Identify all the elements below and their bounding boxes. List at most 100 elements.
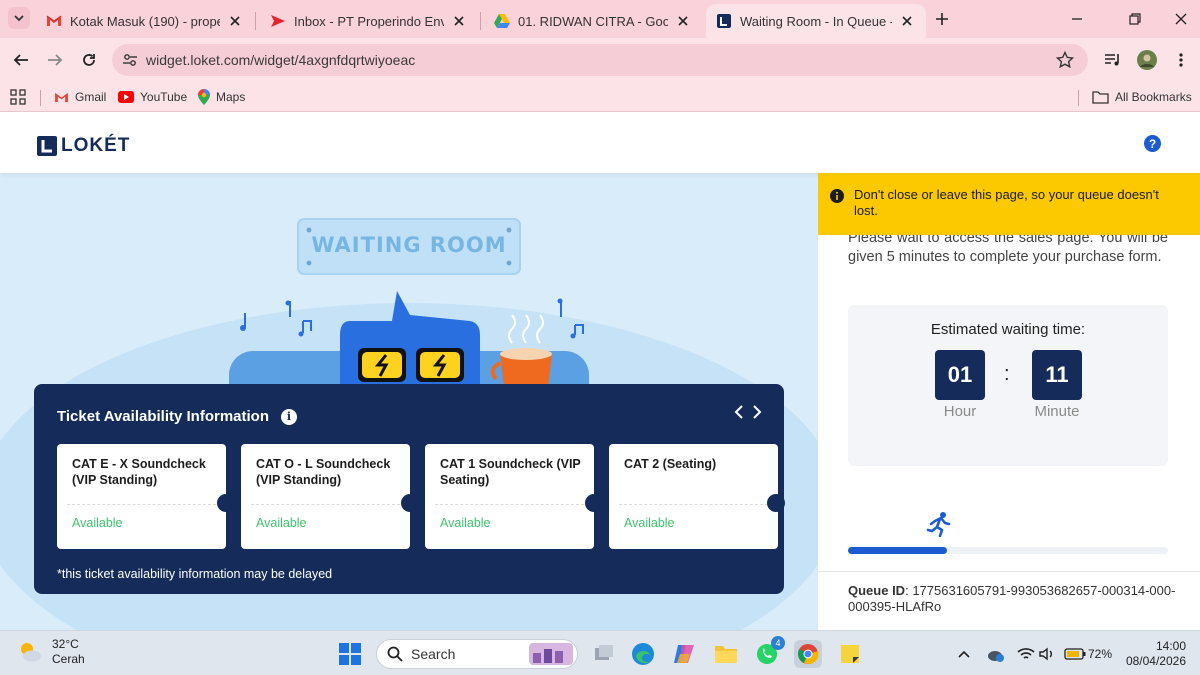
- tab-title: Kotak Masuk (190) - properindo: [70, 13, 220, 29]
- web-page: LOKÉT ? WAITING ROOM Please wait to acce…: [0, 113, 1200, 630]
- address-bar[interactable]: widget.loket.com/widget/4axgnfdqrtwiyoea…: [112, 44, 1088, 76]
- weather-temperature: 32°C: [52, 637, 79, 651]
- volume-button[interactable]: [1036, 640, 1060, 668]
- ticket-availability-note: *this ticket availability information ma…: [57, 567, 333, 581]
- chevron-left-icon[interactable]: [732, 404, 746, 425]
- browser-menu-button[interactable]: [1168, 47, 1194, 73]
- hours-value: 01: [935, 350, 985, 400]
- media-controls-button[interactable]: [1100, 47, 1126, 73]
- task-view-icon: [595, 645, 613, 660]
- waiting-room-sign-text: WAITING ROOM: [311, 233, 507, 257]
- info-icon[interactable]: i: [281, 408, 297, 425]
- security-tray-button[interactable]: [984, 640, 1008, 668]
- restore-button[interactable]: [1122, 6, 1148, 32]
- copilot-app-button[interactable]: [670, 640, 698, 668]
- tab-inbox[interactable]: Inbox - PT Properindo Enviro Te: [260, 4, 478, 38]
- help-button[interactable]: ?: [1144, 135, 1161, 152]
- loket-logo[interactable]: LOKÉT: [37, 135, 130, 157]
- tab-title: 01. RIDWAN CITRA - Google Dr: [518, 13, 668, 29]
- site-settings-icon[interactable]: [122, 52, 138, 73]
- all-bookmarks-button[interactable]: All Bookmarks: [1092, 87, 1192, 107]
- ticket-card[interactable]: CAT E - X Soundcheck (VIP Standing) Avai…: [57, 444, 226, 549]
- sticky-note-icon: [841, 645, 859, 663]
- file-explorer-button[interactable]: [712, 640, 740, 668]
- taskbar-search[interactable]: Search: [376, 639, 578, 669]
- tab-waiting-room[interactable]: Waiting Room - In Queue - EXO: [706, 4, 926, 38]
- queue-warning-alert: Don't close or leave this page, so your …: [818, 173, 1200, 235]
- forward-button[interactable]: [42, 47, 68, 73]
- close-tab-icon[interactable]: [898, 12, 916, 30]
- divider: [818, 571, 1200, 572]
- folder-icon: [715, 646, 737, 663]
- queue-progress-fill: [848, 547, 948, 554]
- arrow-right-icon: [48, 54, 63, 66]
- whatsapp-app-button[interactable]: 4: [753, 636, 785, 668]
- chevron-right-icon[interactable]: [750, 404, 764, 425]
- estimated-wait-card: Estimated waiting time: 01 : 11 Hour Min…: [848, 305, 1168, 466]
- search-highlight-icon: [529, 643, 573, 665]
- clock-date: 08/04/2026: [1125, 654, 1186, 668]
- bookmark-label: Maps: [216, 90, 246, 104]
- tab-gmail[interactable]: Kotak Masuk (190) - properindo: [36, 4, 254, 38]
- ticket-status: Available: [72, 516, 123, 530]
- search-placeholder: Search: [411, 646, 456, 662]
- search-icon: [387, 646, 403, 662]
- close-tab-icon[interactable]: [450, 12, 468, 30]
- kebab-menu-icon: [1179, 53, 1183, 67]
- alert-text: Don't close or leave this page, so your …: [854, 187, 1159, 218]
- window-close-button[interactable]: [1168, 6, 1194, 32]
- reload-button[interactable]: [76, 47, 102, 73]
- battery-icon: [1064, 648, 1086, 660]
- chrome-app-button[interactable]: [794, 640, 822, 668]
- bookmark-label: Gmail: [75, 90, 107, 104]
- ticket-panel-title-text: Ticket Availability Information: [57, 408, 269, 425]
- tab-title: Waiting Room - In Queue - EXO: [740, 13, 892, 29]
- profile-avatar[interactable]: [1134, 47, 1160, 73]
- ticket-card[interactable]: CAT 2 (Seating) Available: [609, 444, 778, 549]
- apps-button[interactable]: [10, 87, 26, 107]
- folder-icon: [1092, 90, 1109, 104]
- edge-app-button[interactable]: [629, 640, 657, 668]
- bookmark-star-icon[interactable]: [1055, 50, 1075, 74]
- bookmark-maps[interactable]: Maps: [198, 87, 245, 107]
- bookmark-gmail[interactable]: Gmail: [54, 87, 106, 107]
- bookmark-youtube[interactable]: YouTube: [118, 87, 187, 107]
- tab-search-button[interactable]: [8, 7, 30, 29]
- minutes-value: 11: [1032, 350, 1082, 400]
- sticky-notes-button[interactable]: [836, 640, 864, 668]
- queue-id: Queue ID: 1775631605791-993053682657-000…: [848, 583, 1176, 614]
- wifi-button[interactable]: [1014, 640, 1038, 668]
- url-text[interactable]: widget.loket.com/widget/4axgnfdqrtwiyoea…: [146, 52, 415, 68]
- new-tab-button[interactable]: [930, 7, 954, 31]
- back-button[interactable]: [8, 47, 34, 73]
- minimize-button[interactable]: [1064, 6, 1090, 32]
- chevron-up-icon: [958, 650, 970, 658]
- cloud-shield-icon: [988, 651, 1004, 662]
- ticket-card[interactable]: CAT O - L Soundcheck (VIP Standing) Avai…: [241, 444, 410, 549]
- red-arrow-mail-icon: [270, 13, 286, 29]
- ticket-name: CAT 2 (Seating): [624, 457, 717, 471]
- partly-cloudy-icon: [21, 643, 41, 662]
- ticket-carousel-arrows: [732, 404, 764, 425]
- weather-widget[interactable]: 32°C Cerah: [18, 637, 85, 667]
- tab-title: Inbox - PT Properindo Enviro Te: [294, 13, 444, 29]
- ticket-panel-title: Ticket Availability Information i: [57, 408, 297, 425]
- close-icon: [1175, 13, 1187, 25]
- start-button[interactable]: [336, 640, 364, 668]
- copilot-icon: [674, 645, 694, 663]
- reload-icon: [83, 54, 95, 66]
- task-view-button[interactable]: [590, 640, 618, 668]
- battery-button[interactable]: [1062, 640, 1088, 668]
- browser-toolbar: widget.loket.com/widget/4axgnfdqrtwiyoea…: [0, 38, 1200, 82]
- ticket-card[interactable]: CAT 1 Soundcheck (VIP Seating) Available: [425, 444, 594, 549]
- youtube-icon: [118, 91, 134, 103]
- queue-progress-bar: [848, 547, 1168, 554]
- close-tab-icon[interactable]: [226, 12, 244, 30]
- gmail-icon: [46, 13, 62, 29]
- taskbar-clock[interactable]: 14:00 08/04/2026: [1114, 639, 1186, 669]
- avatar-icon: [1137, 50, 1157, 70]
- tab-google-drive[interactable]: 01. RIDWAN CITRA - Google Dr: [484, 4, 702, 38]
- show-hidden-icons-button[interactable]: [952, 640, 976, 668]
- close-tab-icon[interactable]: [674, 12, 692, 30]
- all-bookmarks-label: All Bookmarks: [1115, 90, 1192, 104]
